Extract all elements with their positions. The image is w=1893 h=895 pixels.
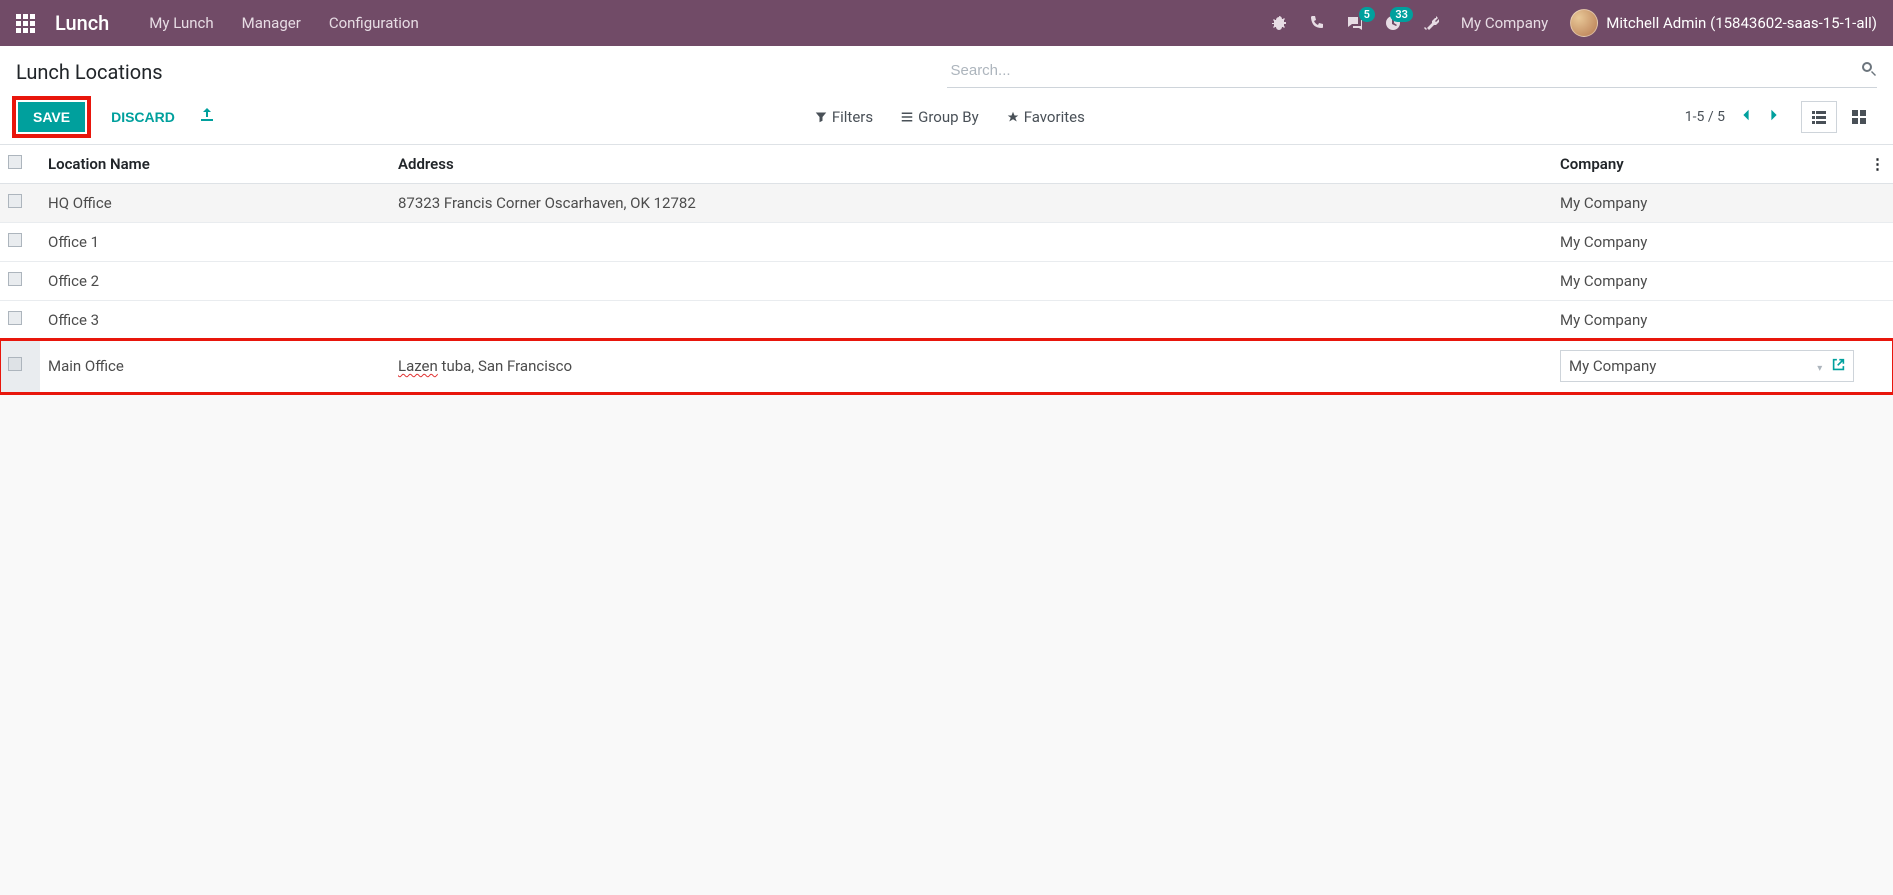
- control-panel: Lunch Locations SAVE DISCARD Filters: [0, 46, 1893, 145]
- cell-location-name-input[interactable]: Main Office: [40, 340, 390, 393]
- row-checkbox[interactable]: [8, 357, 22, 371]
- cp-bottom: SAVE DISCARD Filters Group By Favorites: [16, 88, 1877, 144]
- phone-icon[interactable]: [1309, 15, 1325, 31]
- discard-button[interactable]: DISCARD: [103, 103, 183, 131]
- cp-buttons: SAVE DISCARD: [16, 100, 215, 134]
- cell-location-name[interactable]: Office 2: [40, 262, 390, 301]
- list-view-button[interactable]: [1801, 101, 1837, 133]
- messages-badge: 5: [1359, 7, 1375, 22]
- cell-company[interactable]: My Company: [1552, 262, 1862, 301]
- company-selector[interactable]: My Company: [1461, 14, 1548, 32]
- row-checkbox[interactable]: [8, 233, 22, 247]
- kanban-view-button[interactable]: [1841, 101, 1877, 133]
- chevron-down-icon[interactable]: ▾: [1817, 363, 1822, 374]
- row-checkbox[interactable]: [8, 311, 22, 325]
- breadcrumbs: Lunch Locations: [16, 56, 163, 88]
- nav-my-lunch[interactable]: My Lunch: [149, 14, 213, 32]
- search-bar[interactable]: [947, 56, 1878, 88]
- cell-company[interactable]: My Company: [1552, 223, 1862, 262]
- cell-address[interactable]: [390, 301, 1552, 340]
- pager-next[interactable]: [1767, 108, 1781, 126]
- cell-address[interactable]: [390, 262, 1552, 301]
- user-menu[interactable]: Mitchell Admin (15843602-saas-15-1-all): [1570, 9, 1877, 37]
- locations-table: Location Name Address Company ⋮ HQ Offic…: [0, 145, 1893, 393]
- groupby-label: Group By: [918, 108, 979, 126]
- pager-prev[interactable]: [1739, 108, 1753, 126]
- nav-configuration[interactable]: Configuration: [329, 14, 419, 32]
- col-location-name[interactable]: Location Name: [40, 145, 390, 184]
- navbar-right: 5 33 My Company Mitchell Admin (15843602…: [1271, 9, 1877, 37]
- cell-address-input[interactable]: Lazen tuba, San Francisco: [390, 340, 1552, 393]
- cell-location-name[interactable]: Office 3: [40, 301, 390, 340]
- app-brand[interactable]: Lunch: [55, 11, 109, 35]
- table-row[interactable]: Office 3 My Company: [0, 301, 1893, 340]
- user-name: Mitchell Admin (15843602-saas-15-1-all): [1606, 14, 1877, 32]
- search-options: Filters Group By Favorites: [815, 108, 1085, 126]
- avatar: [1570, 9, 1598, 37]
- cell-address[interactable]: 87323 Francis Corner Oscarhaven, OK 1278…: [390, 184, 1552, 223]
- activities-badge: 33: [1390, 7, 1413, 22]
- apps-icon[interactable]: [16, 14, 35, 33]
- search-input[interactable]: [947, 56, 1862, 85]
- cell-location-name[interactable]: HQ Office: [40, 184, 390, 223]
- col-company[interactable]: Company: [1552, 145, 1862, 184]
- pager-value[interactable]: 1-5 / 5: [1685, 109, 1725, 125]
- row-checkbox[interactable]: [8, 272, 22, 286]
- cp-right: 1-5 / 5: [1685, 101, 1877, 133]
- cell-address[interactable]: [390, 223, 1552, 262]
- save-button[interactable]: SAVE: [18, 102, 85, 132]
- cell-location-name[interactable]: Office 1: [40, 223, 390, 262]
- filters-label: Filters: [832, 108, 873, 126]
- table-row[interactable]: Office 1 My Company: [0, 223, 1893, 262]
- nav-manager[interactable]: Manager: [242, 14, 301, 32]
- column-options[interactable]: ⋮: [1862, 145, 1893, 184]
- clock-icon[interactable]: 33: [1385, 15, 1401, 31]
- table-row-editing[interactable]: Main Office Lazen tuba, San Francisco My…: [0, 340, 1893, 393]
- export-icon[interactable]: [199, 107, 215, 127]
- table-header-row: Location Name Address Company ⋮: [0, 145, 1893, 184]
- messages-icon[interactable]: 5: [1347, 15, 1363, 31]
- filters-menu[interactable]: Filters: [815, 108, 873, 126]
- cell-company[interactable]: My Company: [1552, 184, 1862, 223]
- pager: 1-5 / 5: [1685, 108, 1781, 126]
- external-link-icon[interactable]: [1832, 357, 1845, 375]
- search-icon[interactable]: [1861, 61, 1877, 81]
- cp-top: Lunch Locations: [16, 56, 1877, 88]
- favorites-menu[interactable]: Favorites: [1007, 108, 1085, 126]
- favorites-label: Favorites: [1024, 108, 1085, 126]
- row-checkbox[interactable]: [8, 194, 22, 208]
- navbar-left: Lunch My Lunch Manager Configuration: [16, 11, 419, 35]
- groupby-menu[interactable]: Group By: [901, 108, 979, 126]
- top-navbar: Lunch My Lunch Manager Configuration 5 3…: [0, 0, 1893, 46]
- select-all-cell: [0, 145, 40, 184]
- view-switcher: [1801, 101, 1877, 133]
- table-row[interactable]: Office 2 My Company: [0, 262, 1893, 301]
- cell-company[interactable]: My Company: [1552, 301, 1862, 340]
- nav-menu: My Lunch Manager Configuration: [149, 14, 418, 32]
- cell-company-input[interactable]: My Company ▾: [1552, 340, 1862, 393]
- bug-icon[interactable]: [1271, 15, 1287, 31]
- select-all-checkbox[interactable]: [8, 155, 22, 169]
- col-address[interactable]: Address: [390, 145, 1552, 184]
- wrench-icon[interactable]: [1423, 15, 1439, 31]
- table-row[interactable]: HQ Office 87323 Francis Corner Oscarhave…: [0, 184, 1893, 223]
